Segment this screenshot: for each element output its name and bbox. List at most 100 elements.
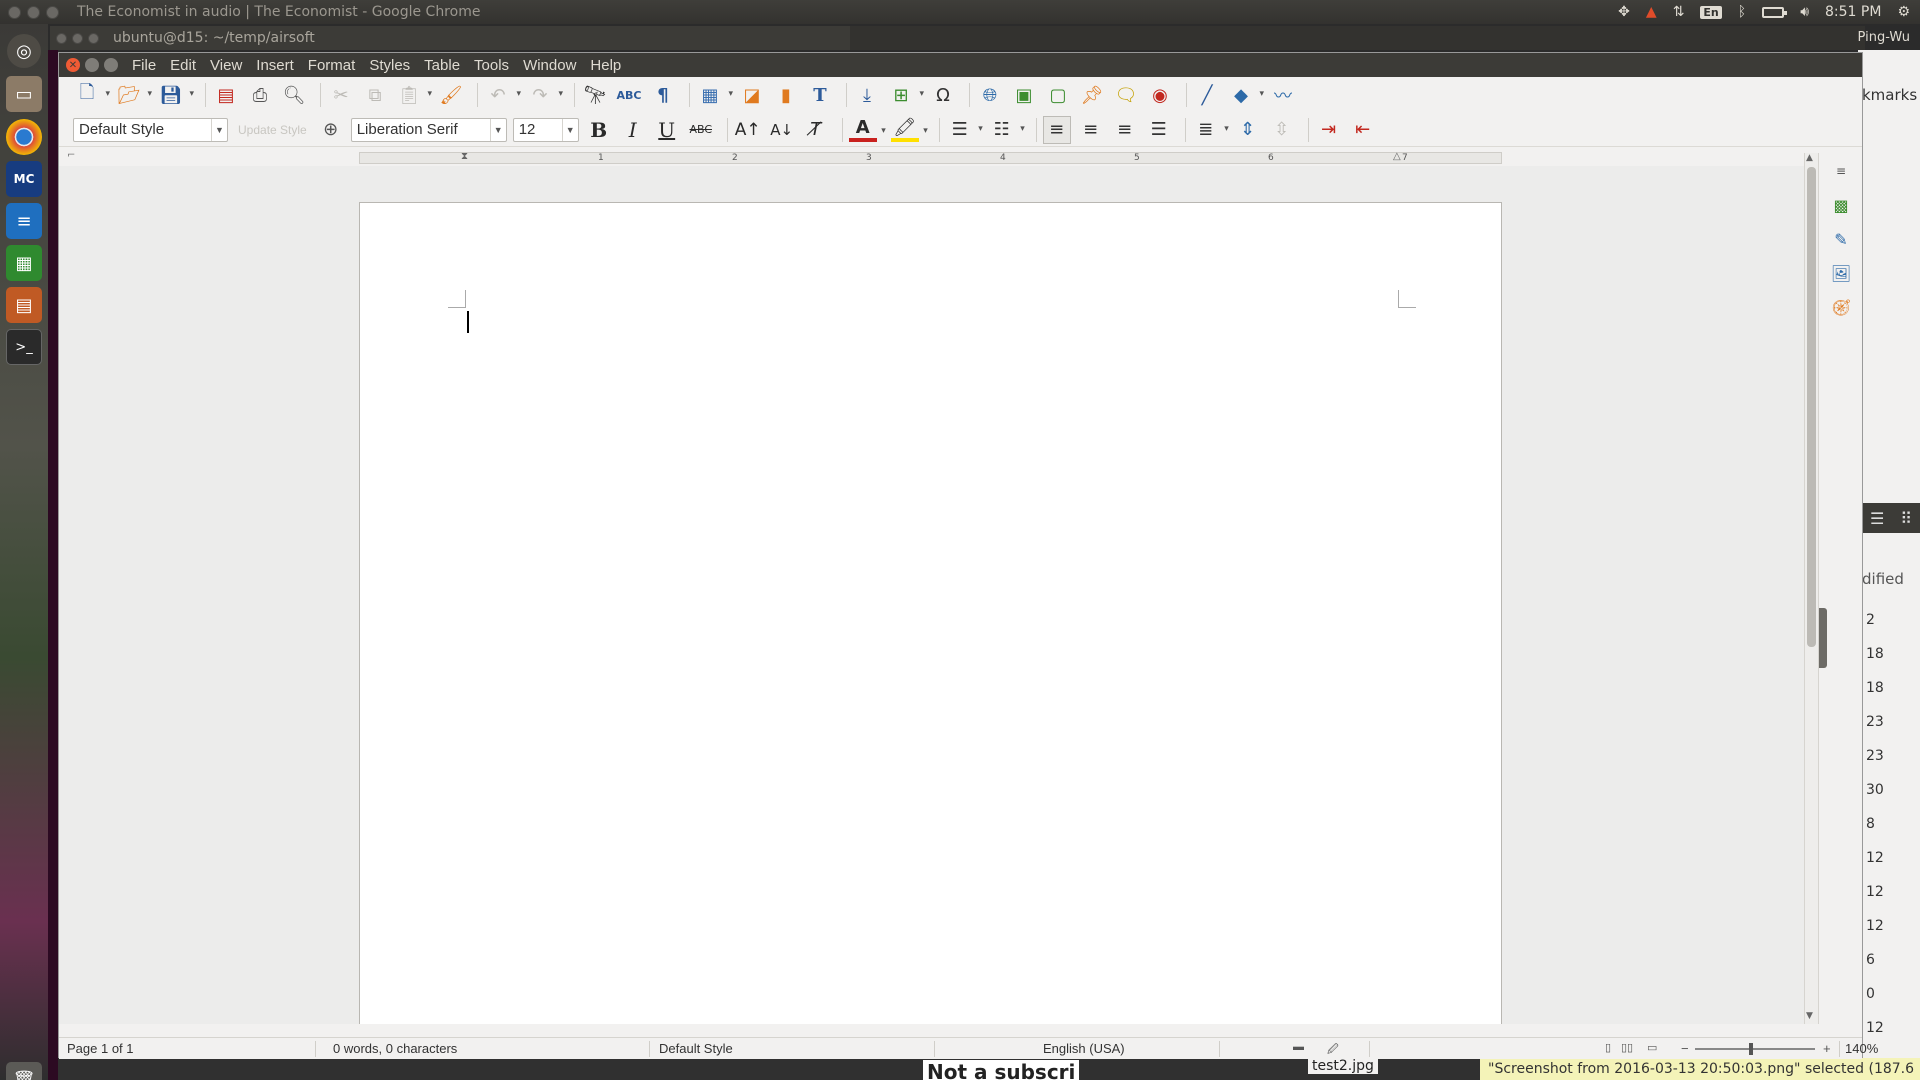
hyperlink-icon[interactable]: 🌐︎	[976, 81, 1004, 109]
font-size-combo[interactable]: 12 ▼	[512, 117, 579, 142]
basic-shapes-icon[interactable]: ◆	[1227, 81, 1264, 109]
shrink-font-icon[interactable]: A↓	[768, 116, 796, 144]
maximize-icon[interactable]	[46, 5, 59, 19]
find-replace-icon[interactable]: 🔭︎	[581, 81, 609, 109]
menu-view[interactable]: View	[210, 57, 242, 74]
menu-styles[interactable]: Styles	[369, 57, 410, 74]
chevron-down-icon[interactable]: ▼	[211, 118, 227, 141]
sidebar-collapse-handle[interactable]	[1819, 608, 1827, 668]
mc-icon[interactable]: MC	[6, 161, 42, 197]
insert-image-icon[interactable]: ◪	[738, 81, 766, 109]
page-number-status[interactable]: Page 1 of 1	[67, 1041, 134, 1056]
underline-icon[interactable]: U	[653, 116, 681, 144]
trash-icon[interactable]: 🗑︎	[6, 1062, 42, 1080]
numbered-list-icon[interactable]: ☷	[988, 116, 1025, 144]
scroll-down-icon[interactable]: ▼	[1806, 1011, 1813, 1021]
single-page-view-icon[interactable]: ▯	[1605, 1041, 1611, 1054]
line-icon[interactable]: ╱	[1193, 81, 1221, 109]
font-name-combo[interactable]: Liberation Serif ▼	[350, 117, 507, 142]
increase-paragraph-spacing-icon[interactable]: ⇕	[1234, 116, 1262, 144]
chevron-down-icon[interactable]: ▼	[489, 118, 506, 141]
decrease-paragraph-spacing-icon[interactable]: ⇳	[1268, 116, 1296, 144]
document-page[interactable]	[359, 202, 1502, 1024]
update-style-button[interactable]: Update Style	[238, 123, 307, 137]
list-view-icon[interactable]: ☰	[1870, 509, 1884, 528]
left-indent-marker[interactable]: ⧗	[461, 151, 468, 162]
close-icon[interactable]	[56, 32, 67, 44]
menu-edit[interactable]: Edit	[170, 57, 196, 74]
calc-icon[interactable]: ▦	[6, 245, 42, 281]
open-folder-icon[interactable]: 📂︎	[115, 81, 152, 109]
files-icon[interactable]: ▭	[6, 76, 42, 112]
maximize-icon[interactable]	[104, 58, 118, 72]
paste-icon[interactable]: 📋︎	[395, 81, 432, 109]
maximize-icon[interactable]	[88, 32, 99, 44]
page-break-icon[interactable]: ⤓	[853, 81, 881, 109]
new-document-icon[interactable]: 🗋︎	[73, 81, 110, 109]
menu-window[interactable]: Window	[523, 57, 576, 74]
paragraph-style-combo[interactable]: Default Style ▼	[73, 117, 228, 142]
zoom-in-icon[interactable]: +	[1823, 1041, 1831, 1056]
insert-table-icon[interactable]: ▦	[696, 81, 733, 109]
grow-font-icon[interactable]: A↑	[734, 116, 762, 144]
dropbox-icon[interactable]: ✥	[1618, 4, 1630, 20]
ubuntu-dash-icon[interactable]: ◎	[7, 34, 41, 68]
save-icon[interactable]: 💾︎	[157, 81, 194, 109]
keyboard-language-indicator[interactable]: En	[1700, 5, 1722, 19]
zoom-slider[interactable]	[1695, 1048, 1815, 1050]
volume-icon[interactable]: 🔊︎	[1800, 4, 1809, 20]
chevron-down-icon[interactable]: ▼	[561, 118, 578, 141]
clone-formatting-icon[interactable]: 🖌︎	[437, 81, 465, 109]
gallery-icon[interactable]: 🖼︎	[1829, 261, 1853, 285]
sidebar-menu-icon[interactable]: ≡	[1829, 159, 1853, 183]
word-count-status[interactable]: 0 words, 0 characters	[333, 1041, 457, 1056]
align-center-icon[interactable]: ≡	[1077, 116, 1105, 144]
font-color-icon[interactable]: A	[848, 117, 886, 142]
footnote-icon[interactable]: ▣	[1010, 81, 1038, 109]
menu-format[interactable]: Format	[308, 57, 356, 74]
chrome-icon[interactable]	[6, 119, 42, 155]
writer-icon[interactable]: ≡	[6, 203, 42, 239]
endnote-icon[interactable]: ▢	[1044, 81, 1072, 109]
user-name[interactable]: Ping-Wu	[1858, 26, 1910, 50]
battery-icon[interactable]	[1762, 6, 1788, 18]
network-icon[interactable]: ⇅	[1673, 4, 1685, 20]
warning-icon[interactable]: ▲	[1646, 4, 1657, 20]
copy-icon[interactable]: ⧉	[361, 81, 389, 109]
menu-insert[interactable]: Insert	[256, 57, 294, 74]
tab-stop-selector-icon[interactable]: ⌐	[67, 150, 75, 161]
new-style-icon[interactable]: ⊕	[317, 116, 345, 144]
close-icon[interactable]	[8, 5, 21, 19]
bookmark-icon[interactable]: 📌︎	[1078, 81, 1106, 109]
italic-icon[interactable]: I	[619, 116, 647, 144]
minimize-icon[interactable]	[27, 5, 40, 19]
close-icon[interactable]: ✕	[66, 58, 80, 72]
properties-icon[interactable]: ▩	[1829, 193, 1853, 217]
decrease-indent-icon[interactable]: ⇤	[1349, 116, 1377, 144]
scroll-thumb[interactable]	[1807, 167, 1816, 647]
menu-file[interactable]: File	[132, 57, 156, 74]
line-spacing-icon[interactable]: ≣	[1192, 116, 1229, 144]
align-right-icon[interactable]: ≡	[1111, 116, 1139, 144]
document-area[interactable]	[59, 166, 1804, 1024]
gear-icon[interactable]: ⚙	[1897, 4, 1910, 20]
export-pdf-icon[interactable]: ▤	[212, 81, 240, 109]
page-style-status[interactable]: Default Style	[659, 1041, 733, 1056]
draw-functions-icon[interactable]: 〰	[1269, 81, 1297, 109]
clear-formatting-icon[interactable]: T̸	[802, 116, 830, 144]
cut-icon[interactable]: ✂	[327, 81, 355, 109]
undo-icon[interactable]: ↶	[484, 81, 521, 109]
minimize-icon[interactable]	[85, 58, 99, 72]
zoom-slider-knob[interactable]	[1749, 1043, 1753, 1055]
insert-chart-icon[interactable]: ▮	[772, 81, 800, 109]
zoom-out-icon[interactable]: −	[1681, 1041, 1689, 1056]
clock[interactable]: 8:51 PM	[1825, 4, 1881, 20]
language-status[interactable]: English (USA)	[1043, 1041, 1125, 1056]
document-modified-icon[interactable]: 🖉︎	[1327, 1041, 1339, 1060]
justify-icon[interactable]: ☰	[1145, 116, 1173, 144]
menu-help[interactable]: Help	[590, 57, 621, 74]
insert-textbox-icon[interactable]: T	[806, 81, 834, 109]
increase-indent-icon[interactable]: ⇥	[1315, 116, 1343, 144]
zoom-percent[interactable]: 140%	[1845, 1041, 1878, 1056]
comment-icon[interactable]: 🗨︎	[1112, 81, 1140, 109]
